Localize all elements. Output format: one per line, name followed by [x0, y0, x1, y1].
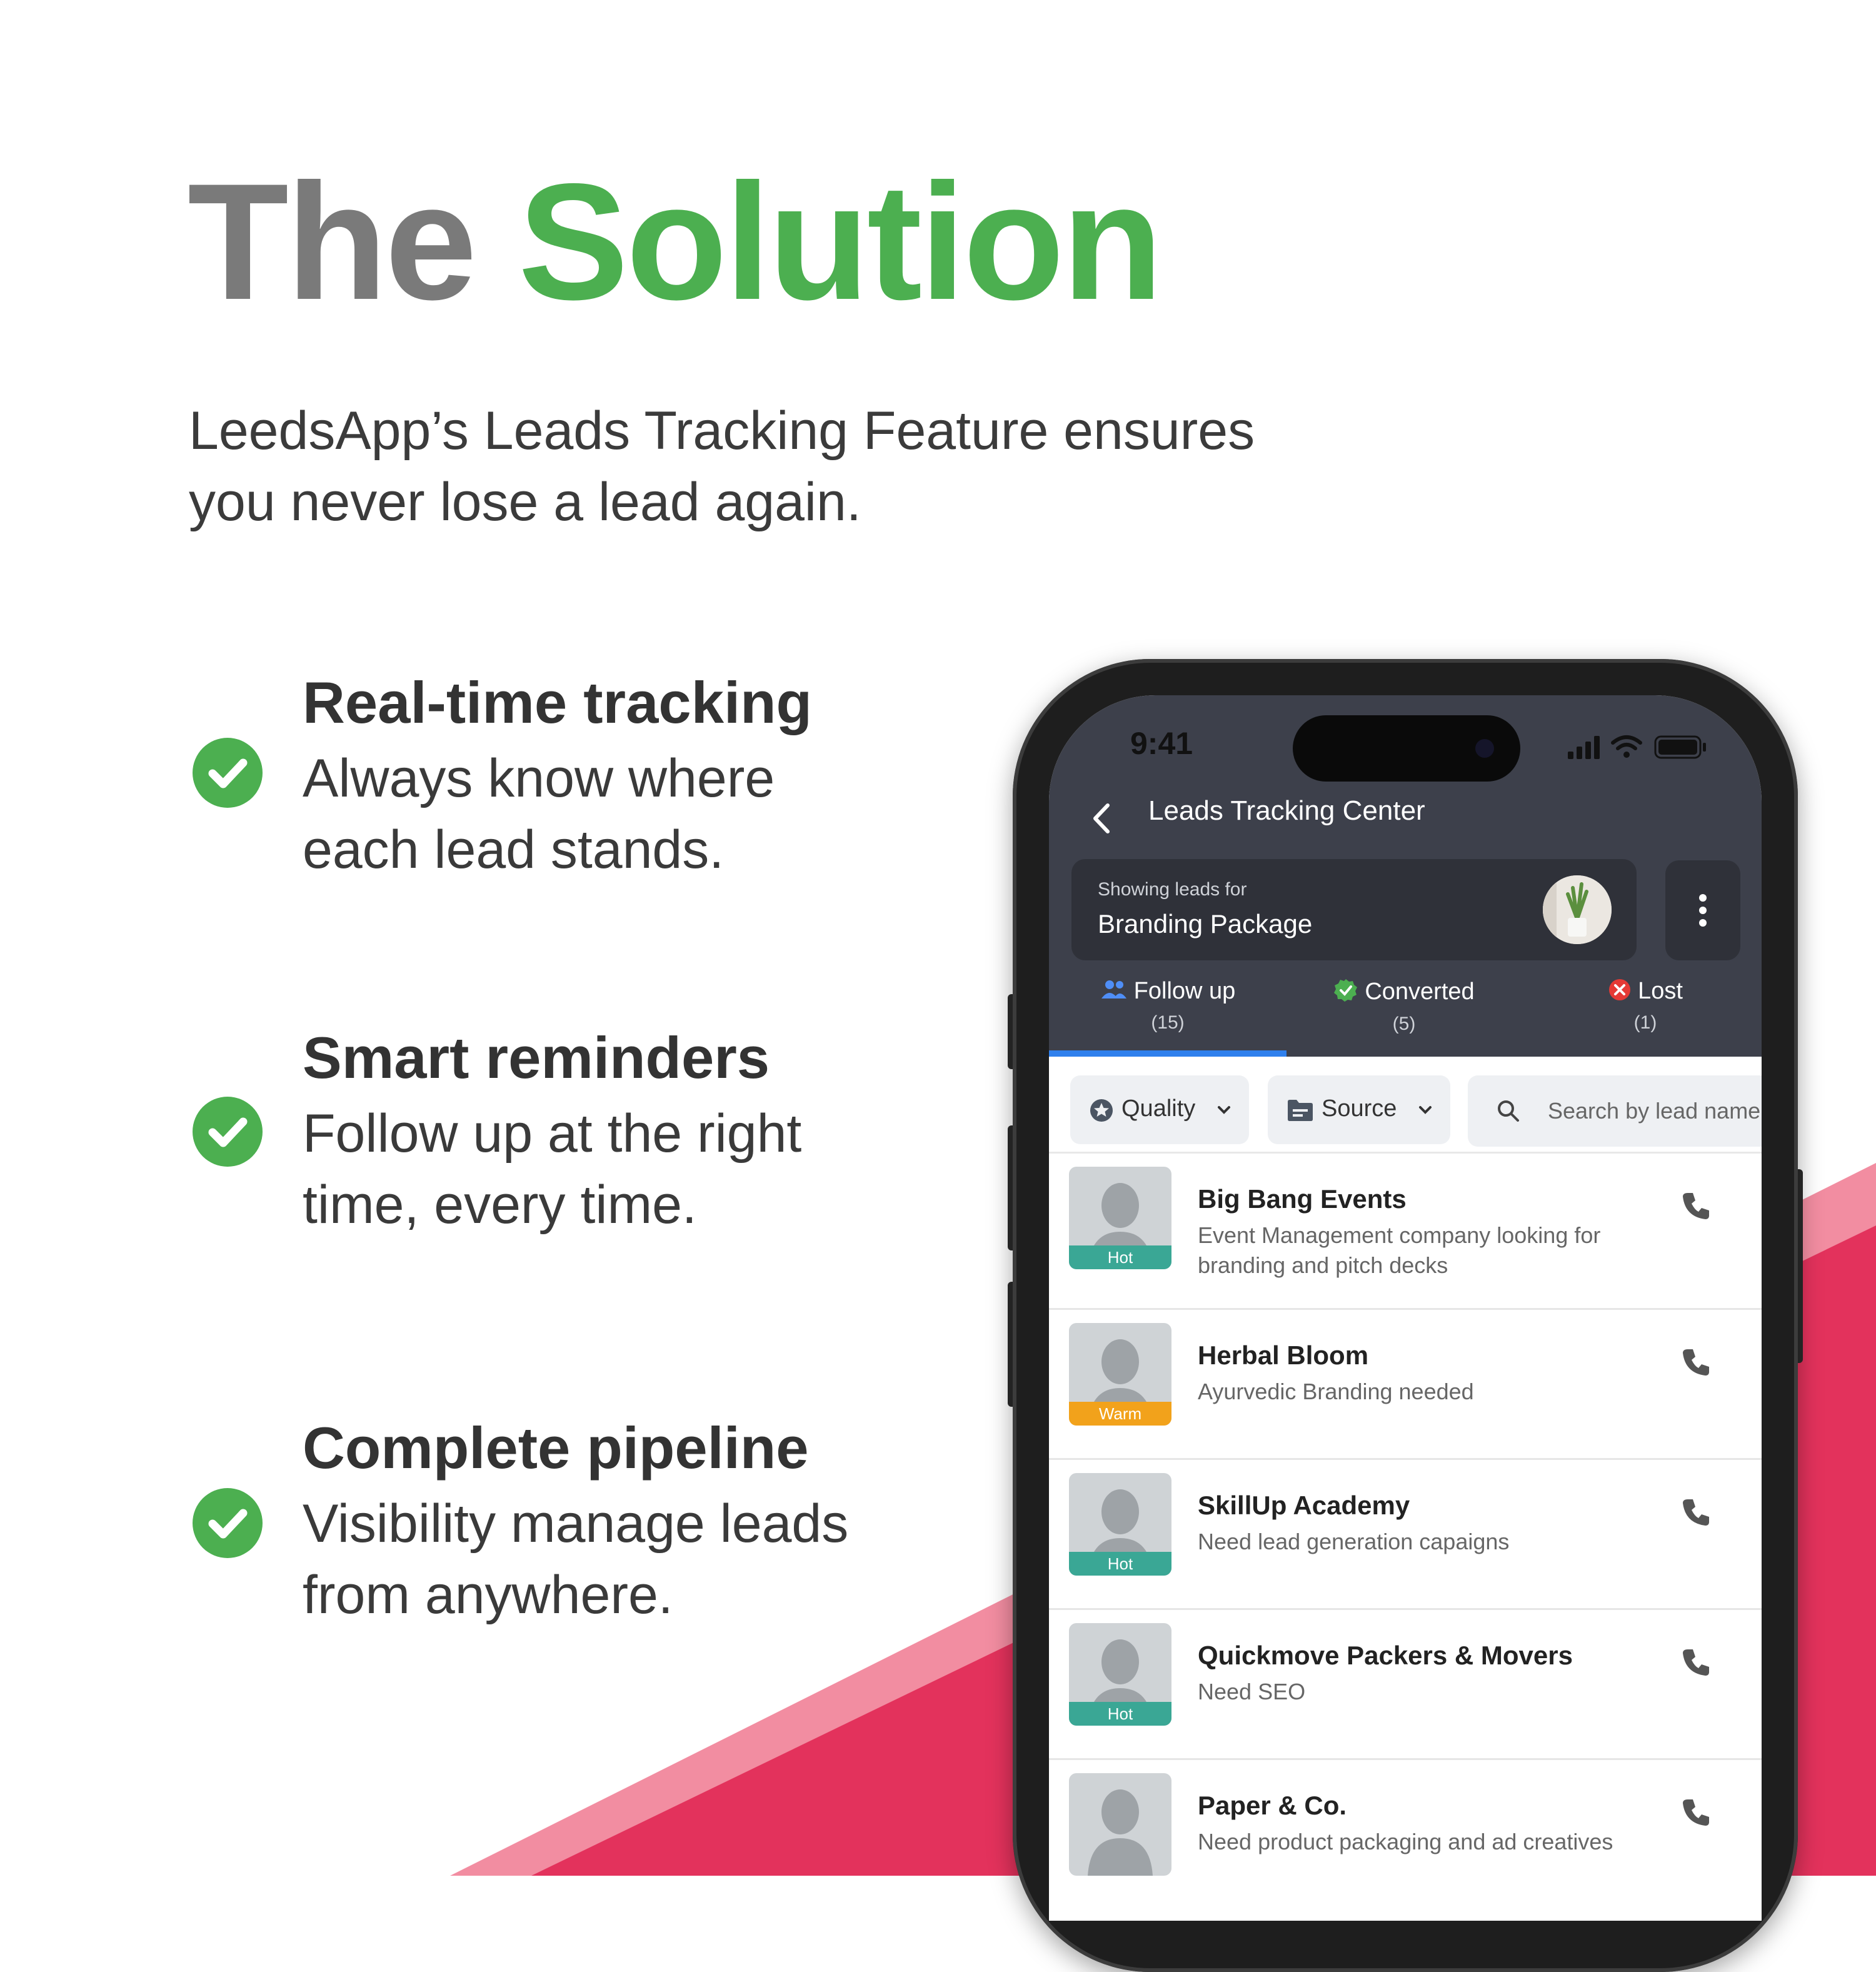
feature-complete-pipeline: Complete pipeline Visibility manage lead…: [193, 1414, 974, 1627]
dynamic-island: [1293, 715, 1520, 782]
tab-converted[interactable]: Converted (5): [1304, 978, 1504, 1035]
tab-label: Lost: [1638, 978, 1683, 1004]
lead-quality-tag: Hot: [1069, 1702, 1171, 1726]
tab-follow-up[interactable]: Follow up (15): [1068, 978, 1268, 1034]
lead-context-card[interactable]: Showing leads for Branding Package: [1071, 859, 1637, 960]
lead-quality-tag: Hot: [1069, 1245, 1171, 1269]
chevron-down-icon: [1218, 1106, 1230, 1114]
call-icon[interactable]: [1679, 1346, 1713, 1379]
status-icons: [1568, 733, 1718, 765]
quality-filter-dropdown[interactable]: Quality: [1070, 1075, 1249, 1144]
lead-name: Herbal Bloom: [1198, 1341, 1369, 1370]
camera-lens: [1475, 739, 1494, 758]
active-tab-indicator: [1049, 1050, 1287, 1057]
app-header: 9:41 Leads Tracking Center Showing leads…: [1049, 695, 1762, 1057]
kebab-dot: [1699, 907, 1707, 914]
lead-description: Need product packaging and ad creatives: [1198, 1829, 1613, 1854]
chevron-down-icon: [1419, 1106, 1432, 1114]
intro-line-2: you never lose a lead again.: [189, 472, 861, 532]
search-icon: [1498, 1100, 1519, 1122]
lead-name: Big Bang Events: [1198, 1184, 1407, 1214]
lead-list-item[interactable]: Hot Big Bang Events Event Management com…: [1049, 1152, 1762, 1310]
avatar-placeholder: Warm: [1069, 1323, 1171, 1426]
x-circle-icon: [1608, 978, 1632, 1005]
lead-quality-tag: Warm: [1069, 1402, 1171, 1426]
lead-name: Paper & Co.: [1198, 1791, 1347, 1820]
feature-desc-line-2: time, every time.: [303, 1175, 697, 1235]
feature-title: Complete pipeline: [303, 1415, 809, 1481]
back-arrow-icon[interactable]: [1086, 797, 1118, 840]
lead-description: Need SEO: [1198, 1679, 1306, 1704]
quality-filter-label: Quality: [1121, 1095, 1196, 1122]
source-filter-label: Source: [1322, 1095, 1397, 1122]
call-icon[interactable]: [1679, 1796, 1713, 1829]
star-badge-icon: [1090, 1099, 1113, 1122]
feature-desc-line-1: Follow up at the right: [303, 1104, 802, 1164]
app-title: Leads Tracking Center: [1148, 795, 1425, 826]
lead-description: Need lead generation capaigns: [1198, 1529, 1510, 1554]
check-circle-icon: [193, 1488, 263, 1558]
check-circle-icon: [193, 1097, 263, 1167]
people-icon: [1100, 978, 1128, 1004]
battery-icon: [1654, 735, 1706, 759]
check-badge-icon: [1333, 978, 1358, 1006]
lead-description: Ayurvedic Branding needed: [1198, 1379, 1474, 1404]
lead-description: Event Management company looking for bra…: [1198, 1222, 1601, 1278]
context-caption: Showing leads for: [1098, 879, 1247, 900]
lead-name: Quickmove Packers & Movers: [1198, 1641, 1573, 1670]
tab-label: Follow up: [1133, 978, 1236, 1004]
intro-line-1: LeedsApp’s Leads Tracking Feature ensure…: [189, 401, 1255, 461]
more-options-button[interactable]: [1665, 860, 1740, 960]
feature-description: Visibility manage leads from anywhere.: [303, 1488, 1021, 1631]
lead-list-item[interactable]: Warm Herbal Bloom Ayurvedic Branding nee…: [1049, 1308, 1762, 1460]
lead-list-item[interactable]: Paper & Co. Need product packaging and a…: [1049, 1758, 1762, 1908]
status-time: 9:41: [1130, 726, 1193, 761]
avatar-placeholder: Hot: [1069, 1623, 1171, 1726]
lead-name: SkillUp Academy: [1198, 1491, 1410, 1520]
phone-screen: 9:41 Leads Tracking Center Showing leads…: [1049, 695, 1762, 1921]
lead-list-item[interactable]: Hot Quickmove Packers & Movers Need SEO: [1049, 1608, 1762, 1760]
lead-list-item[interactable]: Hot SkillUp Academy Need lead generation…: [1049, 1458, 1762, 1610]
tab-count: (15): [1151, 1012, 1185, 1033]
page-headline: The Solution: [188, 159, 1163, 325]
call-icon[interactable]: [1679, 1496, 1713, 1529]
context-value: Branding Package: [1098, 909, 1313, 938]
tab-count: (1): [1633, 1012, 1657, 1033]
source-filter-dropdown[interactable]: Source: [1268, 1075, 1450, 1144]
headline-part-1: The: [188, 149, 477, 335]
feature-title: Smart reminders: [303, 1025, 770, 1090]
feature-realtime-tracking: Real-time tracking Always know where eac…: [193, 669, 974, 882]
signal-icon: [1568, 736, 1600, 759]
tab-lost[interactable]: Lost (1): [1545, 978, 1745, 1034]
feature-desc-line-2: from anywhere.: [303, 1565, 673, 1625]
tab-count: (5): [1392, 1014, 1416, 1034]
feature-desc-line-1: Always know where: [303, 748, 775, 808]
lead-search-input[interactable]: Search by lead name: [1468, 1075, 1762, 1147]
avatar-placeholder: Hot: [1069, 1167, 1171, 1269]
avatar-placeholder: [1069, 1773, 1171, 1876]
feature-title: Real-time tracking: [303, 670, 812, 735]
avatar-placeholder: Hot: [1069, 1473, 1171, 1576]
feature-description: Follow up at the right time, every time.: [303, 1098, 1021, 1240]
call-icon[interactable]: [1679, 1189, 1713, 1223]
wifi-icon: [1611, 735, 1642, 758]
feature-description: Always know where each lead stands.: [303, 743, 1021, 885]
kebab-dot: [1699, 894, 1707, 902]
filter-bar: Quality Source Search by lead name: [1049, 1057, 1762, 1154]
plant-thumbnail-icon: [1543, 875, 1612, 944]
folder-icon: [1288, 1100, 1313, 1121]
search-placeholder: Search by lead name: [1548, 1098, 1761, 1124]
lead-quality-tag: Hot: [1069, 1552, 1171, 1576]
feature-desc-line-2: each lead stands.: [303, 820, 725, 880]
call-icon[interactable]: [1679, 1646, 1713, 1679]
intro-text: LeedsApp’s Leads Tracking Feature ensure…: [189, 395, 1377, 538]
feature-smart-reminders: Smart reminders Follow up at the right t…: [193, 1024, 974, 1237]
feature-desc-line-1: Visibility manage leads: [303, 1494, 849, 1554]
person-silhouette-icon: [1088, 1789, 1153, 1876]
headline-part-2: Solution: [518, 149, 1163, 335]
check-circle-icon: [193, 738, 263, 808]
tab-label: Converted: [1365, 978, 1475, 1005]
kebab-dot: [1699, 919, 1707, 927]
